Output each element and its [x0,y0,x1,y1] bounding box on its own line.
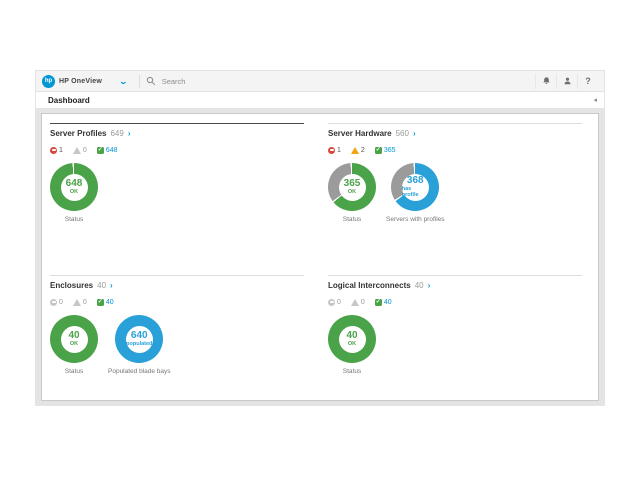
warning-status-icon [73,299,81,306]
critical-status-icon [328,299,335,306]
section-title: Logical Interconnects [328,281,411,290]
status-donut-chart[interactable]: 40 OK Status [50,315,98,375]
donut-label: Status [343,216,361,223]
divider [139,75,140,88]
section-logical-interconnects: Logical Interconnects 40 › 0 0 [320,266,598,400]
ok-count-group[interactable]: 40 [97,299,114,306]
chevron-right-icon[interactable]: › [110,281,113,290]
warning-status-icon [351,147,359,154]
status-summary-row: 0 0 40 [328,298,582,306]
warning-count-group[interactable]: 0 [351,299,365,306]
status-donut-chart[interactable]: 40 OK Status [328,315,376,375]
collapse-panel-icon[interactable]: ◂ [593,97,597,104]
donut-label: Populated blade bays [108,368,171,375]
section-count-link[interactable]: 40 [97,281,106,290]
section-server-profiles: Server Profiles 649 › 1 0 [42,114,320,266]
section-count-link[interactable]: 560 [396,129,409,138]
top-bar: hp HP OneView ⌄ [36,71,604,92]
donut-ring: 640 populated [115,315,163,363]
donut-ring: 40 OK [50,315,98,363]
section-title: Enclosures [50,281,93,290]
status-summary-row: 0 0 40 [50,298,304,306]
chevron-right-icon[interactable]: › [128,129,131,138]
critical-count-group[interactable]: 0 [328,299,341,306]
search-input[interactable] [160,76,364,87]
warning-count-group[interactable]: 0 [73,299,87,306]
critical-status-icon [50,147,57,154]
section-divider [50,123,304,124]
ok-status-icon [375,299,382,306]
warning-count-group[interactable]: 2 [351,147,365,154]
status-summary-row: 1 2 365 [328,146,582,154]
hp-oneview-app-window: hp HP OneView ⌄ [35,70,605,406]
critical-count-group[interactable]: 0 [50,299,63,306]
user-account-icon[interactable] [556,74,577,89]
screenshot-canvas: hp HP OneView ⌄ [0,0,640,480]
ok-count-group[interactable]: 648 [97,147,118,154]
dashboard-content: Server Profiles 649 › 1 0 [36,108,604,406]
top-bar-icons: ? [535,74,604,89]
breadcrumb-row: Dashboard ◂ [36,92,604,108]
status-donut-chart[interactable]: 648 OK Status [50,163,98,223]
section-enclosures: Enclosures 40 › 0 0 [42,266,320,400]
warning-status-icon [351,299,359,306]
app-name: HP OneView [59,78,102,85]
donut-label: Status [343,368,361,375]
section-server-hardware: Server Hardware 560 › 1 2 [320,114,598,266]
status-donut-chart[interactable]: 365 OK Status [328,163,376,223]
ok-status-icon [97,299,104,306]
donut-ring: 368 has profile [391,163,439,211]
donut-label: Status [65,216,83,223]
ok-count-group[interactable]: 365 [375,147,396,154]
donut-label: Status [65,368,83,375]
notifications-bell-icon[interactable] [535,74,556,89]
section-divider [328,123,582,124]
section-count-link[interactable]: 40 [415,281,424,290]
section-count-link[interactable]: 649 [110,129,123,138]
chevron-down-icon[interactable]: ⌄ [119,77,128,86]
chevron-right-icon[interactable]: › [413,129,416,138]
donut-label: Servers with profiles [386,216,445,223]
search-icon [146,76,156,86]
app-menu-dropdown[interactable]: hp HP OneView ⌄ [36,75,133,88]
hp-logo-icon: hp [42,75,55,88]
blade-bays-donut-chart[interactable]: 640 populated Populated blade bays [108,315,171,375]
critical-count-group[interactable]: 1 [50,147,63,154]
section-title: Server Profiles [50,129,106,138]
search-box [146,76,535,87]
donut-ring: 365 OK [328,163,376,211]
chevron-right-icon[interactable]: › [428,281,431,290]
page-title: Dashboard [48,96,90,105]
donut-ring: 648 OK [50,163,98,211]
section-title: Server Hardware [328,129,392,138]
section-divider [328,275,582,276]
profiles-donut-chart[interactable]: 368 has profile Servers with profiles [386,163,445,223]
ok-status-icon [97,147,104,154]
warning-count-group[interactable]: 0 [73,147,87,154]
ok-status-icon [375,147,382,154]
donut-ring: 40 OK [328,315,376,363]
ok-count-group[interactable]: 40 [375,299,392,306]
warning-status-icon [73,147,81,154]
section-divider [50,275,304,276]
status-summary-row: 1 0 648 [50,146,304,154]
critical-status-icon [50,299,57,306]
dashboard-panel: Server Profiles 649 › 1 0 [41,113,599,401]
critical-count-group[interactable]: 1 [328,147,341,154]
help-icon[interactable]: ? [577,74,598,89]
critical-status-icon [328,147,335,154]
